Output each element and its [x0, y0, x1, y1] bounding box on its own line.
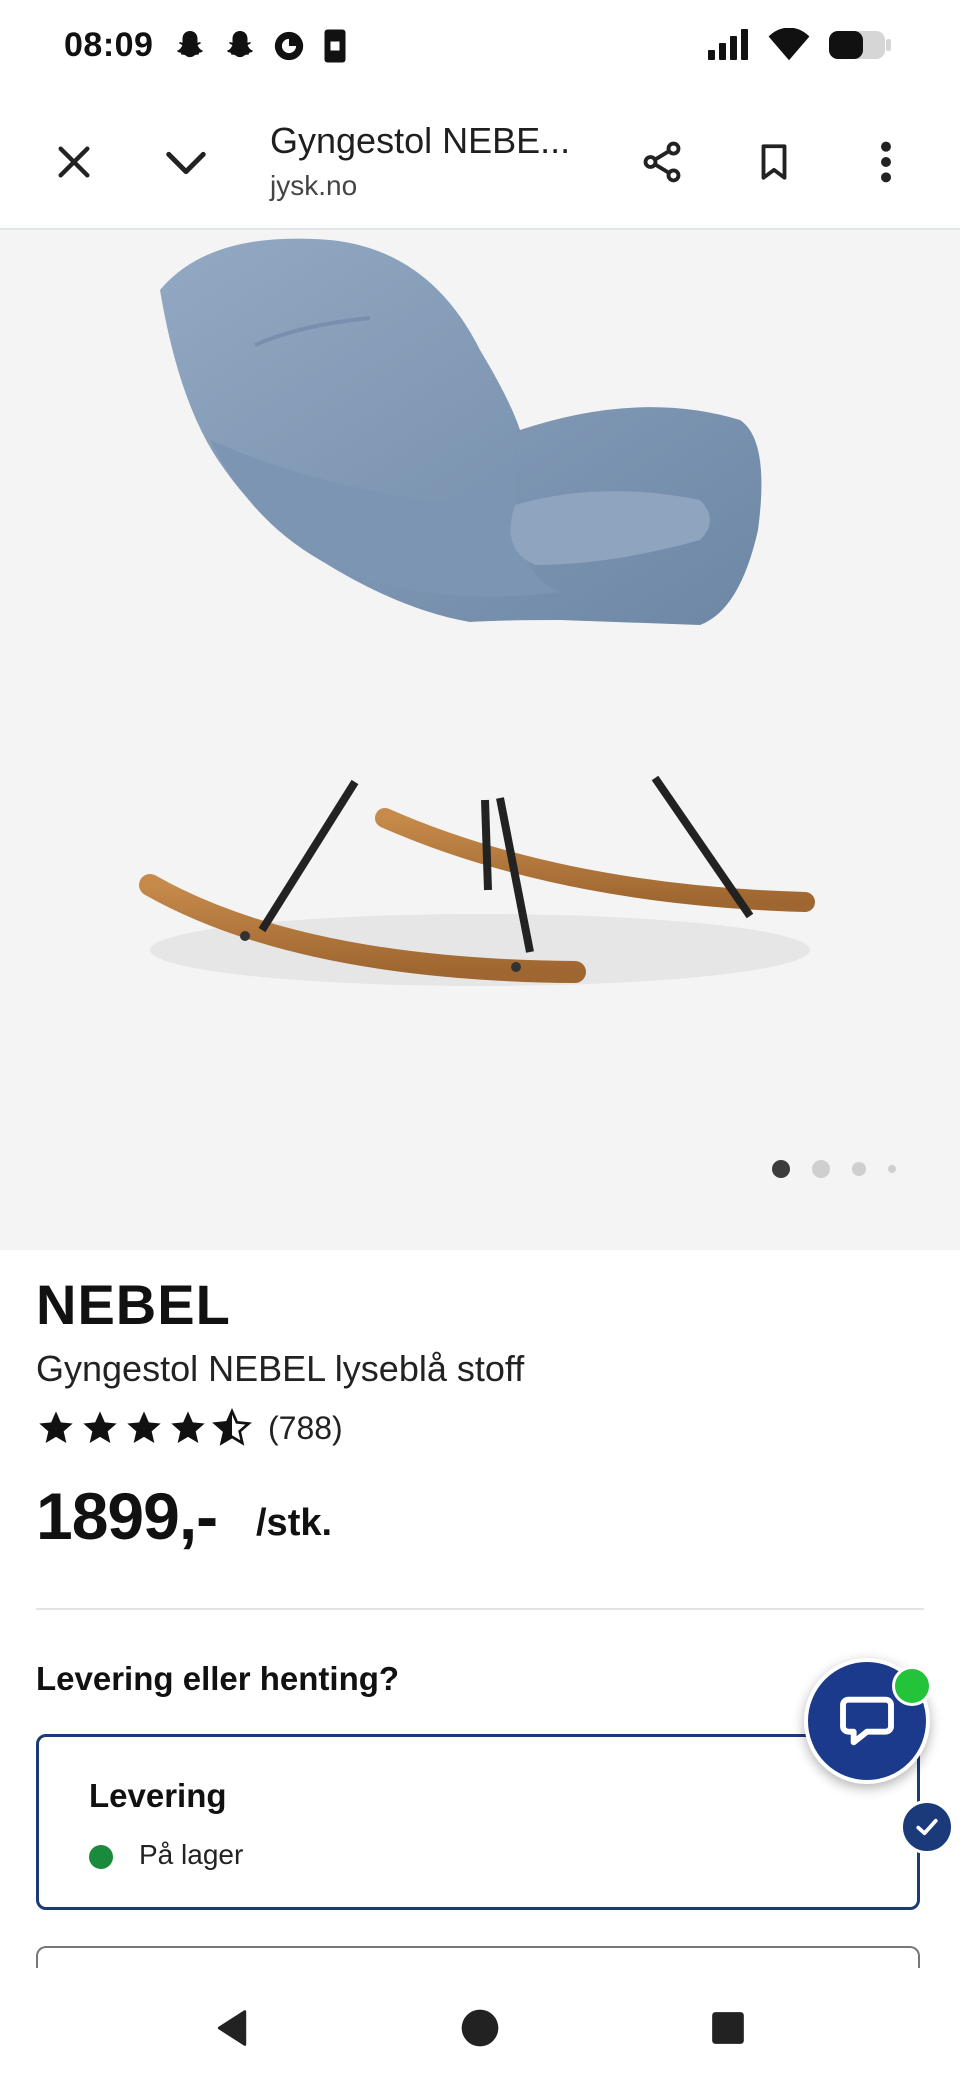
- chat-bubble-icon: [840, 1696, 894, 1746]
- gallery-dot-active[interactable]: [772, 1160, 790, 1178]
- more-vert-icon: [881, 141, 891, 183]
- page-title[interactable]: Gyngestol NEBE...: [270, 120, 570, 162]
- gallery-pagination[interactable]: [772, 1160, 896, 1178]
- selected-check-badge: [900, 1800, 954, 1854]
- wifi-icon: [768, 28, 810, 61]
- custom-tab-toolbar: Gyngestol NEBE... jysk.no: [0, 96, 960, 230]
- delivery-question: Levering eller henting?: [36, 1660, 400, 1697]
- page-url[interactable]: jysk.no: [270, 170, 357, 202]
- battery-icon: [829, 31, 891, 59]
- share-button[interactable]: [630, 130, 694, 194]
- rocking-chair-image: [139, 238, 815, 986]
- menu-button[interactable]: [854, 130, 918, 194]
- nav-back-button[interactable]: [200, 1996, 264, 2060]
- gallery-dot[interactable]: [852, 1162, 866, 1176]
- snapchat-icon: [176, 31, 204, 58]
- chat-online-indicator: [892, 1666, 932, 1706]
- status-bar: 08:09: [0, 0, 960, 96]
- home-circle-icon: [461, 2009, 499, 2047]
- close-icon: [58, 146, 90, 178]
- product-brand: NEBEL: [36, 1273, 231, 1336]
- bookmark-icon: [761, 144, 787, 180]
- nav-recents-button[interactable]: [696, 1996, 760, 2060]
- back-triangle-icon: [217, 2010, 247, 2046]
- star-full-icon: [39, 1411, 73, 1443]
- stock-status-text: På lager: [139, 1839, 244, 1870]
- signal-icon: [708, 29, 748, 60]
- moon-icon: [274, 31, 304, 61]
- minimize-button[interactable]: [154, 130, 218, 194]
- gallery-dot[interactable]: [888, 1165, 896, 1173]
- divider: [36, 1608, 924, 1610]
- star-full-icon: [171, 1411, 205, 1443]
- product-price: 1899,-: [36, 1479, 218, 1553]
- status-time: 08:09: [64, 26, 154, 64]
- nav-home-button[interactable]: [448, 1996, 512, 2060]
- star-full-icon: [83, 1411, 117, 1443]
- bookmark-button[interactable]: [742, 130, 806, 194]
- delivery-option-card[interactable]: Levering På lager: [36, 1734, 920, 1910]
- share-icon: [643, 141, 681, 183]
- star-half-icon: [212, 1408, 252, 1446]
- recents-square-icon: [712, 2012, 744, 2044]
- product-image[interactable]: [0, 230, 960, 1250]
- check-icon: [916, 1818, 938, 1836]
- price-unit: /stk.: [256, 1502, 333, 1544]
- stock-status-dot: [89, 1845, 113, 1869]
- gallery-dot[interactable]: [812, 1160, 830, 1178]
- chevron-down-icon: [166, 151, 206, 175]
- product-name: Gyngestol NEBEL lyseblå stoff: [36, 1348, 525, 1389]
- system-navigation-bar: [0, 1968, 960, 2080]
- delivery-option-title: Levering: [89, 1777, 227, 1814]
- product-rating[interactable]: (788): [36, 1408, 343, 1448]
- status-system-icons: [706, 28, 892, 62]
- star-full-icon: [127, 1411, 161, 1443]
- rating-count: (788): [268, 1409, 343, 1446]
- status-notification-icons: [172, 28, 350, 64]
- snapchat-icon: [226, 31, 254, 58]
- close-button[interactable]: [42, 130, 106, 194]
- phone-icon: [324, 29, 346, 63]
